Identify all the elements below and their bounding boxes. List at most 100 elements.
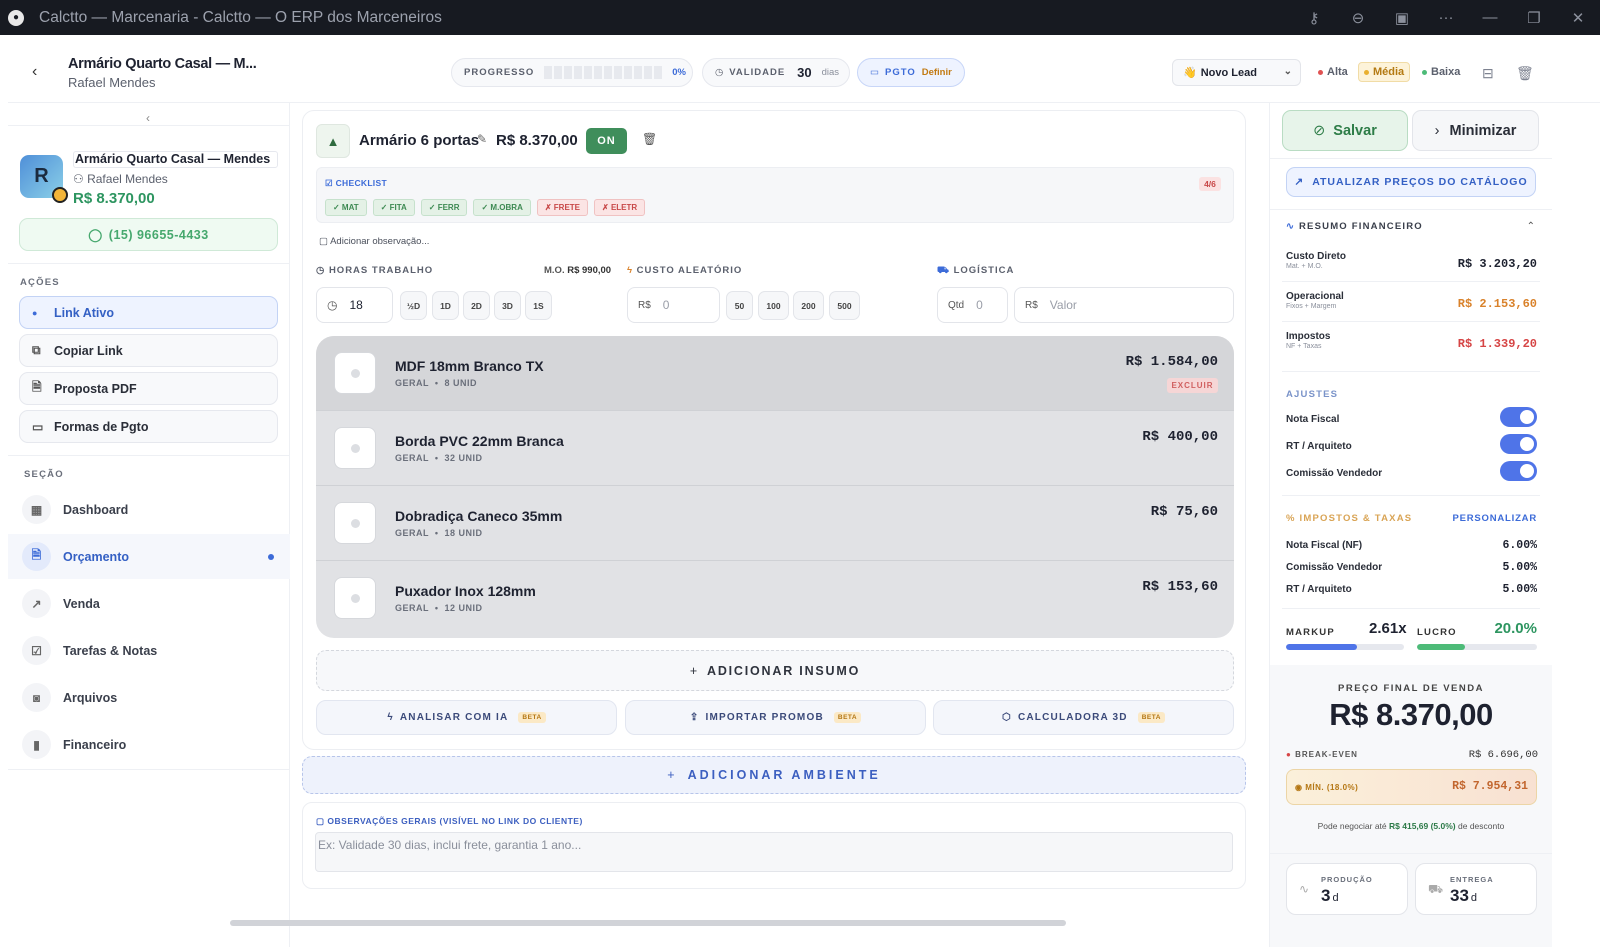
cast-icon[interactable]: ▣ <box>1380 9 1424 27</box>
whatsapp-button[interactable]: ◯ (15) 96655-4433 <box>19 218 278 251</box>
payment-methods-button[interactable]: ▭ Formas de Pgto <box>19 410 278 443</box>
upload-icon: ⇪ <box>689 712 700 723</box>
copy-link-button[interactable]: ⧉ Copiar Link <box>19 334 278 367</box>
summary-taxes-label: Impostos NF + Taxas <box>1286 331 1330 350</box>
random-preset-100[interactable]: 100 <box>758 291 789 320</box>
random-preset-50[interactable]: 50 <box>726 291 753 320</box>
nav-financeiro[interactable]: ▮ Financeiro <box>8 722 290 767</box>
tax-value-commission: 5.00% <box>1502 561 1537 574</box>
customize-taxes-button[interactable]: PERSONALIZAR <box>1452 513 1537 524</box>
close-window-icon[interactable]: ✕ <box>1556 9 1600 27</box>
trash-icon[interactable]: 🗑 <box>642 132 657 146</box>
more-icon[interactable]: ··· <box>1424 9 1468 26</box>
hours-preset-2d[interactable]: 2D <box>463 291 490 320</box>
minimum-price-box: ◉ MÍN. (18.0%) R$ 7.954,31 <box>1286 769 1537 805</box>
checklist-panel: ☑ CHECKLIST 4/6 ✓ MAT ✓ FITA ✓ FERR ✓ M.… <box>316 167 1234 223</box>
random-cost-input[interactable]: R$ 0 <box>627 287 720 323</box>
priority-label: Média <box>1373 66 1405 78</box>
final-price-label: PREÇO FINAL DE VENDA <box>1338 683 1484 694</box>
days-unit: d <box>1332 892 1339 904</box>
project-client: Rafael Mendes <box>68 75 156 90</box>
summary-direct-cost-value: R$ 3.203,20 <box>1457 257 1537 271</box>
nav-orcamento[interactable]: 🗎 Orçamento <box>8 534 290 579</box>
validity-pill[interactable]: ◷ VALIDADE 30 dias <box>702 58 850 87</box>
tax-value-nf: 6.00% <box>1502 539 1537 552</box>
delivery-label: ENTREGA <box>1450 875 1494 884</box>
item-meta: GERAL • 8 UNID <box>395 378 478 388</box>
random-preset-500[interactable]: 500 <box>829 291 860 320</box>
section-label: SEÇÃO <box>24 469 64 480</box>
logistics-qty-input[interactable]: Qtd 0 <box>937 287 1008 323</box>
action-label: Copiar Link <box>54 343 123 358</box>
link-active-button[interactable]: ● Link Ativo <box>19 296 278 329</box>
minimize-button[interactable]: › Minimizar <box>1412 110 1539 151</box>
hours-preset-half-day[interactable]: ½D <box>400 291 427 320</box>
item-row[interactable]: Dobradiça Caneco 35mm GERAL • 18 UNID R$… <box>316 486 1234 561</box>
environment-name[interactable]: Armário 6 portas <box>359 132 479 149</box>
coin-icon: ◉ <box>1295 783 1306 792</box>
calculator-3d-button[interactable]: ⬡ CALCULADORA 3D BETA <box>933 700 1234 735</box>
lead-status-select[interactable]: 👋 Novo Lead ⌄ <box>1172 59 1301 86</box>
payment-pill[interactable]: ▭ PGTO Definir <box>857 58 965 87</box>
collapse-environment-icon[interactable]: ▲ <box>316 124 350 158</box>
archive-icon[interactable]: ⊟ <box>1482 65 1494 82</box>
horizontal-scrollbar[interactable] <box>230 920 1066 926</box>
pencil-icon[interactable]: ✎ <box>477 132 487 146</box>
hours-preset-1s[interactable]: 1S <box>525 291 552 320</box>
collapse-sidebar-icon[interactable]: ‹ <box>146 111 150 125</box>
back-arrow-icon[interactable]: ‹ <box>32 63 37 81</box>
checklist-chip-mobra[interactable]: ✓ M.OBRA <box>473 199 531 216</box>
checklist-chip-mat[interactable]: ✓ MAT <box>325 199 367 216</box>
toggle-comissao[interactable] <box>1500 461 1537 481</box>
final-price-panel: PREÇO FINAL DE VENDA R$ 8.370,00 ● BREAK… <box>1270 665 1552 947</box>
save-button[interactable]: ⊘ Salvar <box>1282 110 1408 151</box>
project-name-field[interactable]: Armário Quarto Casal — Mendes <box>73 151 278 168</box>
update-catalog-prices-button[interactable]: ↗ ATUALIZAR PREÇOS DO CATÁLOGO <box>1286 167 1536 197</box>
hours-input[interactable]: ◷ 18 <box>316 287 393 323</box>
priority-alta[interactable]: Alta <box>1313 62 1353 82</box>
delete-item-button[interactable]: EXCLUIR <box>1167 378 1218 393</box>
nav-venda[interactable]: ↗ Venda <box>8 581 290 626</box>
add-environment-label: ADICIONAR AMBIENTE <box>687 768 881 782</box>
priority-baixa[interactable]: Baixa <box>1417 62 1465 82</box>
add-input-button[interactable]: + ADICIONAR INSUMO <box>316 650 1234 691</box>
toggle-nota-fiscal[interactable] <box>1500 407 1537 427</box>
nav-tarefas[interactable]: ☑ Tarefas & Notas <box>8 628 290 673</box>
check-circle-icon: ⊘ <box>1313 122 1326 139</box>
item-row[interactable]: Borda PVC 22mm Branca GERAL • 32 UNID R$… <box>316 411 1234 486</box>
hours-preset-1d[interactable]: 1D <box>432 291 459 320</box>
update-prices-label: ATUALIZAR PREÇOS DO CATÁLOGO <box>1312 176 1528 188</box>
checklist-chip-ferr[interactable]: ✓ FERR <box>420 199 468 216</box>
key-icon[interactable]: ⚷ <box>1292 9 1336 27</box>
trash-icon[interactable]: 🗑 <box>1516 65 1534 82</box>
general-notes-textarea[interactable]: Ex: Validade 30 dias, inclui frete, gara… <box>315 832 1233 872</box>
proposal-pdf-button[interactable]: 🗎 Proposta PDF <box>19 372 278 405</box>
hours-preset-3d[interactable]: 3D <box>494 291 521 320</box>
chevron-up-icon[interactable]: ⌃ <box>1527 221 1535 232</box>
maximize-window-icon[interactable]: ❐ <box>1512 9 1556 27</box>
checklist-chip-fita[interactable]: ✓ FITA <box>372 199 415 216</box>
minimize-window-icon[interactable]: — <box>1468 9 1512 26</box>
tool-label: CALCULADORA 3D <box>1017 712 1128 723</box>
checklist-chip-eletr[interactable]: ✗ ELETR <box>594 199 646 216</box>
checklist-count: 4/6 <box>1199 177 1221 191</box>
zoom-icon[interactable]: ⊖ <box>1336 9 1380 27</box>
checklist-chip-frete[interactable]: ✗ FRETE <box>536 199 589 216</box>
environment-toggle[interactable]: ON <box>586 128 627 154</box>
progress-bar <box>544 66 663 79</box>
add-environment-button[interactable]: + ADICIONAR AMBIENTE <box>302 756 1246 794</box>
item-row[interactable]: Puxador Inox 128mm GERAL • 12 UNID R$ 15… <box>316 561 1234 636</box>
logistics-value-input[interactable]: R$ Valor <box>1014 287 1234 323</box>
random-preset-200[interactable]: 200 <box>793 291 824 320</box>
nav-arquivos[interactable]: ◙ Arquivos <box>8 675 290 720</box>
nav-dashboard[interactable]: ▦ Dashboard <box>8 487 290 532</box>
import-promob-button[interactable]: ⇪ IMPORTAR PROMOB BETA <box>625 700 926 735</box>
tool-label: IMPORTAR PROMOB <box>705 712 824 723</box>
add-observation-link[interactable]: ▢ Adicionar observação... <box>319 236 429 247</box>
toggle-rt-arquiteto[interactable] <box>1500 434 1537 454</box>
priority-media[interactable]: Média <box>1358 62 1411 82</box>
validity-unit: dias <box>821 67 840 78</box>
validity-value[interactable]: 30 <box>797 65 811 80</box>
item-row[interactable]: MDF 18mm Branco TX GERAL • 8 UNID R$ 1.5… <box>316 336 1234 411</box>
analyze-ai-button[interactable]: ϟ ANALISAR COM IA BETA <box>316 700 617 735</box>
